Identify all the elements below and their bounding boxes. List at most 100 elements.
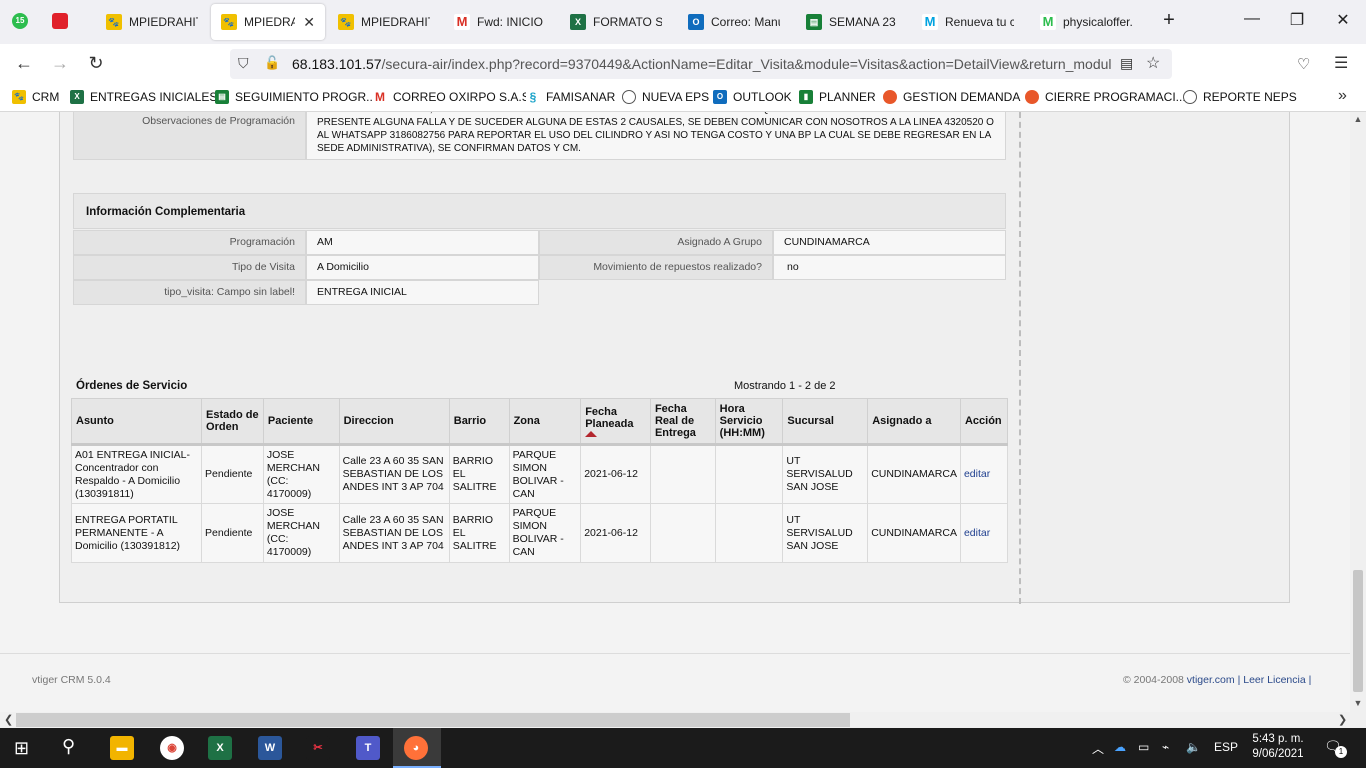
scroll-down-icon[interactable]: ▼ — [1350, 698, 1366, 708]
tab-5[interactable]: X FORMATO SEG — [560, 4, 672, 40]
chrome-icon[interactable]: ◉ — [160, 736, 184, 760]
cell-zona: PARQUE SIMON BOLIVAR - CAN — [508, 444, 582, 504]
gmail-icon: M — [454, 14, 470, 30]
back-icon[interactable]: ← — [12, 53, 36, 74]
cell-accion: editar — [959, 444, 1009, 504]
close-window-icon[interactable]: ✕ — [1331, 10, 1355, 30]
cell-paciente: JOSE MERCHAN (CC: 4170009) — [262, 444, 340, 504]
col-estado[interactable]: Estado de Orden — [201, 398, 264, 446]
bookmark-entregas-iniciales[interactable]: X ENTREGAS INICIALES — [70, 90, 217, 104]
col-barrio[interactable]: Barrio — [448, 398, 510, 446]
col-asignado[interactable]: Asignado a — [867, 398, 961, 446]
shield-icon[interactable]: ⛉ — [238, 55, 249, 72]
reload-icon[interactable]: ↻ — [84, 53, 108, 74]
clock-date: 9/06/2021 — [1252, 748, 1304, 760]
power-icon[interactable]: ⌁ — [1162, 740, 1169, 754]
tab-6[interactable]: O Correo: Manu — [678, 4, 790, 40]
footer-copyright: © 2004-2008 vtiger.com | Leer Licencia | — [1123, 674, 1312, 686]
ordenes-count: Mostrando 1 - 2 de 2 — [734, 380, 836, 392]
horizontal-scroll-thumb[interactable] — [16, 713, 850, 727]
menu-icon[interactable]: ☰ — [1334, 53, 1348, 73]
browser-tab-bar: 15 🐾 MPIEDRAHITA 🐾 MPIEDRAHITA ✕ 🐾 MPIED… — [0, 0, 1366, 44]
movimiento-repuestos-value: no — [773, 255, 1006, 280]
bookmark-outlook[interactable]: O OUTLOOK — [713, 90, 792, 104]
clock-time: 5:43 p. m. — [1252, 733, 1304, 745]
snipping-tool-icon[interactable]: ✂ — [306, 736, 330, 760]
youtube-icon[interactable] — [52, 13, 68, 29]
section-informacion-complementaria[interactable]: Información Complementaria — [73, 193, 1006, 229]
show-hidden-icons-icon[interactable]: ︿ — [1092, 740, 1104, 757]
tab-9[interactable]: M physicaloffer. — [1030, 4, 1142, 40]
bookmark-star-icon[interactable]: ☆ — [1146, 53, 1160, 73]
col-direccion[interactable]: Direccion — [338, 398, 450, 446]
col-fecha-real[interactable]: Fecha Real de Entrega — [649, 398, 716, 446]
col-asunto[interactable]: Asunto — [70, 398, 203, 446]
firefox-icon[interactable]: ◕ — [404, 736, 428, 760]
horizontal-scrollbar[interactable]: ❮ ❯ — [0, 712, 1366, 728]
observaciones-label: Observaciones de Programación — [73, 112, 306, 160]
insecure-lock-icon[interactable]: 🔓 — [264, 55, 280, 71]
col-fecha-planeada[interactable]: Fecha Planeada — [580, 398, 651, 446]
col-sucursal[interactable]: Sucursal — [782, 398, 869, 446]
editar-link[interactable]: editar — [964, 527, 990, 539]
onedrive-icon[interactable]: ☁ — [1114, 740, 1126, 754]
scroll-left-icon[interactable]: ❮ — [4, 713, 13, 726]
movistar-icon: M — [922, 14, 938, 30]
url-text[interactable]: 68.183.101.57/secura-air/index.php?recor… — [292, 56, 1122, 72]
teams-icon[interactable]: T — [356, 736, 380, 760]
reader-view-icon[interactable]: ▤ — [1120, 55, 1133, 72]
tab-3[interactable]: 🐾 MPIEDRAHITA — [328, 4, 440, 40]
cell-fecha-real — [649, 503, 716, 563]
bookmark-cierre-programacion[interactable]: CIERRE PROGRAMACI... — [1025, 90, 1186, 104]
licencia-link[interactable]: | Leer Licencia | — [1238, 674, 1312, 686]
forward-icon[interactable]: → — [48, 53, 72, 74]
cell-asunto: ENTREGA PORTATIL PERMANENTE - A Domicili… — [70, 503, 203, 563]
asignado-grupo-value: CUNDINAMARCA — [773, 230, 1006, 255]
scroll-right-icon[interactable]: ❯ — [1338, 713, 1347, 726]
column-divider — [1019, 112, 1021, 604]
tab-2-active[interactable]: 🐾 MPIEDRAHITA ✕ — [211, 4, 325, 40]
bookmark-famisanar[interactable]: § FAMISANAR — [526, 90, 615, 104]
editar-link[interactable]: editar — [964, 468, 990, 480]
cell-direccion: Calle 23 A 60 35 SAN SEBASTIAN DE LOS AN… — [338, 444, 450, 504]
bookmark-reporte-neps[interactable]: REPORTE NEPS — [1183, 90, 1297, 104]
language-indicator[interactable]: ESP — [1214, 740, 1238, 754]
new-tab-icon[interactable]: + — [1157, 9, 1181, 32]
search-icon[interactable]: ⚲ — [62, 736, 75, 757]
col-hora-servicio[interactable]: Hora Servicio (HH:MM) — [714, 398, 784, 446]
bookmarks-overflow-icon[interactable]: » — [1338, 87, 1347, 105]
network-icon[interactable]: ▭ — [1138, 740, 1149, 754]
scroll-up-icon[interactable]: ▲ — [1350, 114, 1366, 124]
tab-4[interactable]: M Fwd: INICIO T — [444, 4, 556, 40]
clock[interactable]: 5:43 p. m. 9/06/2021 — [1242, 732, 1314, 762]
windows-start-icon[interactable]: ⊞ — [14, 738, 29, 759]
sort-ascending-icon[interactable] — [585, 430, 598, 437]
pocket-icon[interactable]: ♡ — [1297, 55, 1310, 73]
vertical-scrollbar[interactable]: ▲ ▼ — [1350, 112, 1366, 712]
bookmark-crm[interactable]: 🐾 CRM — [12, 90, 59, 104]
file-explorer-icon[interactable]: ▬ — [110, 736, 134, 760]
tab-1[interactable]: 🐾 MPIEDRAHITA — [96, 4, 208, 40]
maximize-icon[interactable]: ❐ — [1285, 10, 1309, 30]
word-icon[interactable]: W — [258, 736, 282, 760]
close-tab-icon[interactable]: ✕ — [303, 14, 315, 31]
tab-8[interactable]: M Renueva tu ce — [912, 4, 1024, 40]
tab-7[interactable]: ▤ SEMANA 23 - — [796, 4, 908, 40]
url-bar[interactable]: ⛉ 🔓 68.183.101.57/secura-air/index.php?r… — [230, 49, 1172, 79]
bookmark-correo-oxirpo[interactable]: M CORREO OXIRPO S.A.S — [373, 90, 530, 104]
excel-icon[interactable]: X — [208, 736, 232, 760]
globe-icon — [622, 90, 636, 104]
volume-icon[interactable]: 🔈 — [1186, 740, 1201, 754]
bookmark-nueva-eps[interactable]: NUEVA EPS — [622, 90, 709, 104]
bookmark-seguimiento[interactable]: ▤ SEGUIMIENTO PROGR... — [215, 90, 376, 104]
col-paciente[interactable]: Paciente — [262, 398, 340, 446]
col-zona[interactable]: Zona — [508, 398, 582, 446]
vtiger-link[interactable]: vtiger.com — [1187, 674, 1235, 686]
vertical-scroll-thumb[interactable] — [1353, 570, 1363, 692]
famisanar-icon: § — [526, 90, 540, 104]
bookmark-gestion-demanda[interactable]: GESTION DEMANDA — [883, 90, 1020, 104]
minimize-icon[interactable]: — — [1240, 10, 1264, 28]
notification-badge-icon[interactable]: 15 — [12, 13, 28, 29]
bookmark-planner[interactable]: ▮ PLANNER — [799, 90, 876, 104]
cell-asignado: CUNDINAMARCA — [867, 444, 961, 504]
